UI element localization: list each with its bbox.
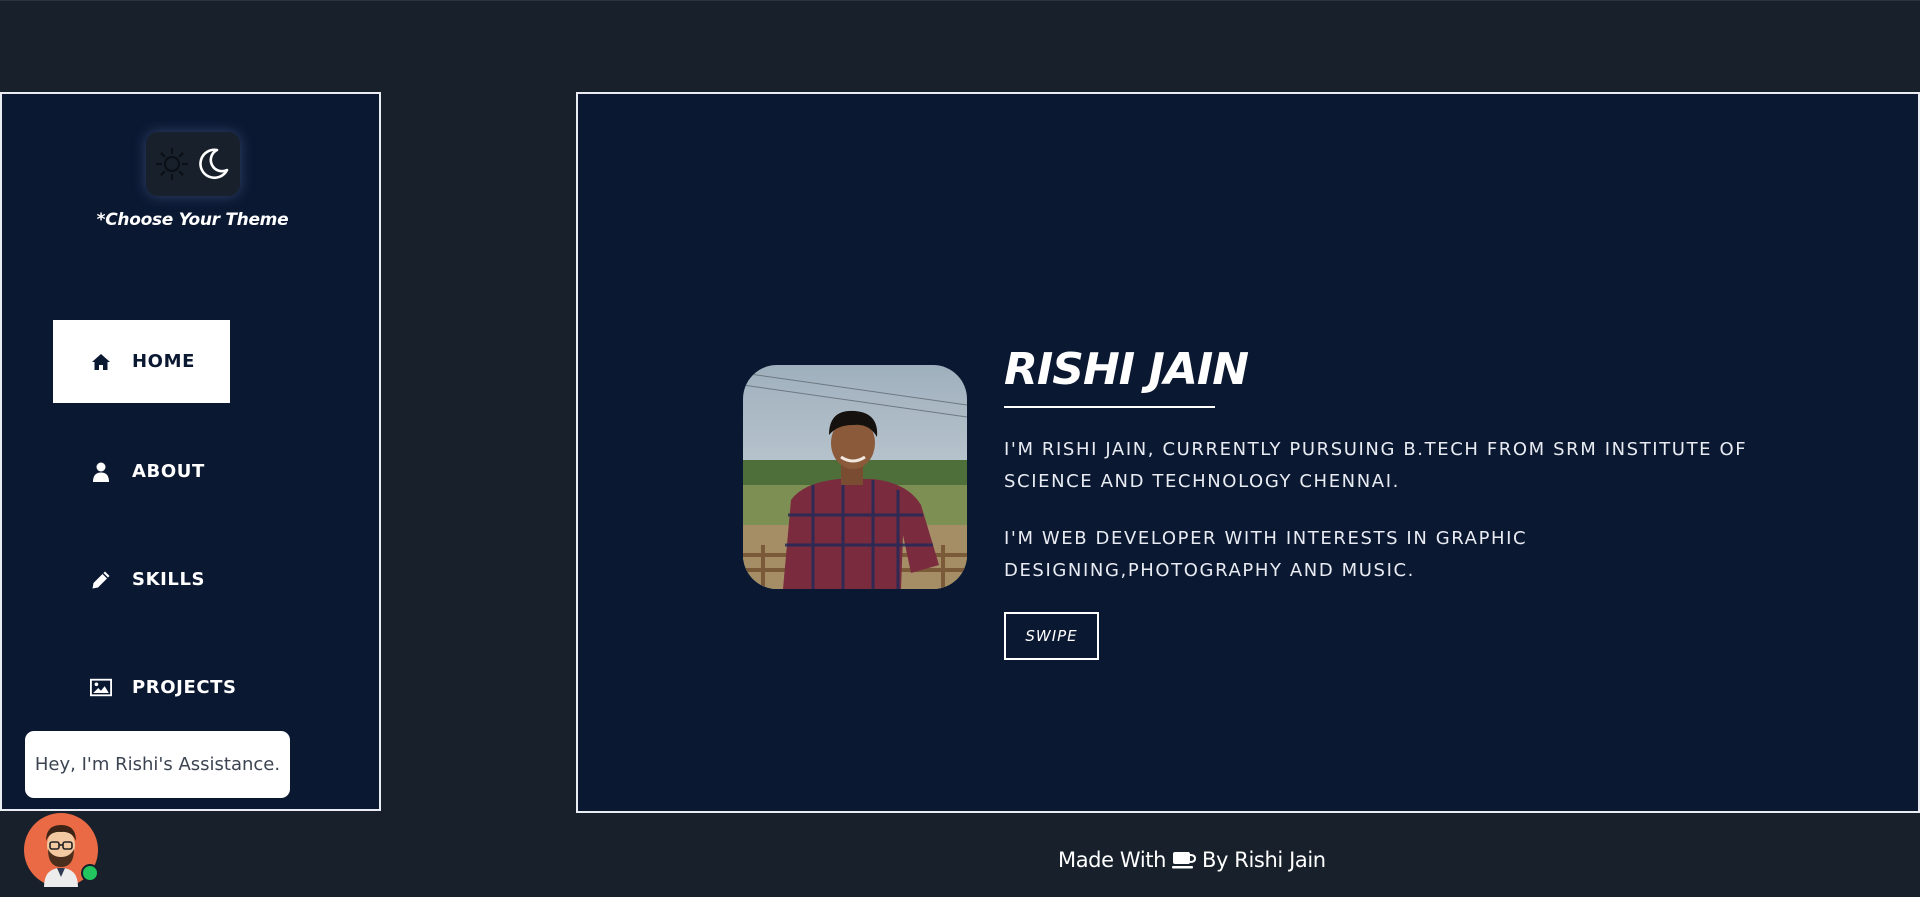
profile-photo: [743, 365, 967, 589]
sidebar-item-home[interactable]: HOME: [53, 320, 230, 403]
hero-name: RISHI JAIN: [1004, 344, 1249, 395]
hero-bio-1: I'm Rishi Jain, currently pursuing B.Tec…: [1004, 439, 1748, 492]
sidebar-item-about[interactable]: ABOUT: [53, 430, 205, 513]
image-icon: [90, 677, 112, 699]
hero-section: RISHI JAIN I'm Rishi Jain, currently pur…: [576, 92, 1920, 813]
sidebar: *Choose Your Theme HOME ABOUT SKILLS PRO…: [0, 92, 381, 811]
sun-icon[interactable]: [155, 147, 189, 181]
coffee-cup-icon: [1172, 852, 1196, 869]
sidebar-item-label: PROJECTS: [132, 677, 237, 698]
footer: Made With By Rishi Jain: [1058, 848, 1326, 872]
user-icon: [90, 461, 112, 483]
theme-toggle[interactable]: [146, 132, 240, 196]
top-divider: [0, 0, 1920, 1]
pencil-icon: [90, 569, 112, 591]
footer-prefix: Made With: [1058, 848, 1166, 872]
name-underline: [1004, 406, 1215, 408]
sidebar-item-label: SKILLS: [132, 569, 206, 590]
chat-bubble[interactable]: Hey, I'm Rishi's Assistance.: [25, 731, 290, 798]
sidebar-item-projects[interactable]: PROJECTS: [53, 646, 237, 729]
moon-icon[interactable]: [195, 146, 231, 182]
footer-suffix: By Rishi Jain: [1202, 848, 1326, 872]
home-icon: [90, 351, 112, 373]
sidebar-item-label: HOME: [132, 351, 195, 372]
theme-caption: *Choose Your Theme: [96, 210, 289, 230]
sidebar-item-skills[interactable]: SKILLS: [53, 538, 205, 621]
sidebar-item-label: ABOUT: [132, 461, 205, 482]
assistant-avatar-icon[interactable]: [24, 813, 100, 889]
hero-bio-2: I'm Web Developer with interests in Grap…: [1004, 528, 1528, 581]
chat-message: Hey, I'm Rishi's Assistance.: [34, 754, 281, 775]
swipe-button[interactable]: SWIPE: [1004, 612, 1099, 660]
